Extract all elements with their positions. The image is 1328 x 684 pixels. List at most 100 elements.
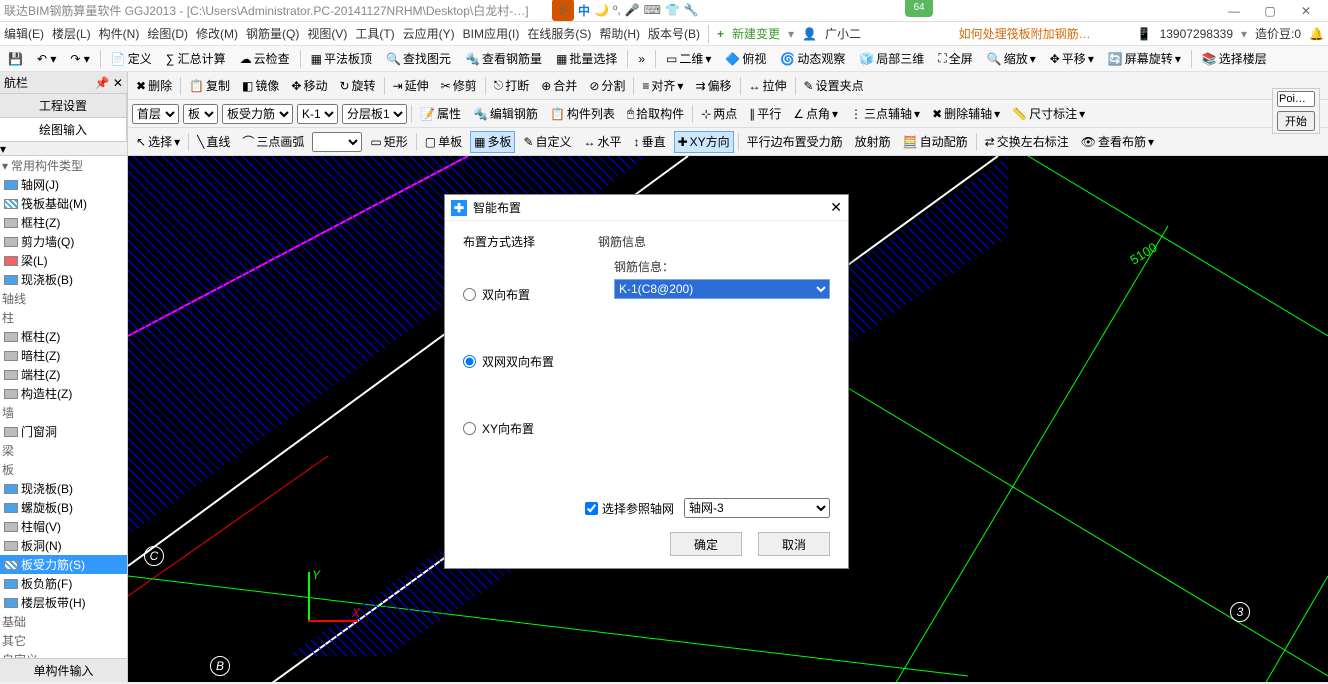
menu-member[interactable]: 构件(N) — [99, 25, 140, 42]
zoom-button[interactable]: 🔍缩放▾ — [983, 48, 1040, 70]
mirror-button[interactable]: ◧镜像 — [238, 75, 283, 97]
tree-item-opening[interactable]: 门窗洞 — [0, 422, 127, 441]
select-tool[interactable]: ↖选择▾ — [132, 131, 184, 153]
item-select[interactable]: K-1 — [297, 104, 338, 124]
swap-lr[interactable]: ⇄交换左右标注 — [981, 131, 1073, 153]
tree-cat-found[interactable]: 基础 — [0, 612, 127, 631]
pan-button[interactable]: ✥平移▾ — [1046, 48, 1098, 70]
menu-draw[interactable]: 绘图(D) — [147, 25, 188, 42]
component-tree[interactable]: ▾ 常用构件类型 轴网(J) 筏板基础(M) 框柱(Z) 剪力墙(Q) 梁(L)… — [0, 156, 127, 658]
menu-steel[interactable]: 钢筋量(Q) — [246, 25, 299, 42]
maximize-button[interactable]: ▢ — [1252, 4, 1288, 18]
tree-cat-custom[interactable]: 自定义 — [0, 650, 127, 658]
bell-icon[interactable]: 🔔 — [1309, 27, 1324, 41]
ime-keyboard-icon[interactable]: ⌨ — [644, 3, 661, 17]
dialog-title-bar[interactable]: ✚ 智能布置 ✕ — [445, 195, 848, 221]
tree-cat-axis[interactable]: 轴线 — [0, 289, 127, 308]
del-axis-button[interactable]: ✖删除辅轴▾ — [928, 103, 1004, 125]
save-button[interactable]: 💾 — [4, 48, 27, 70]
tree-cat-wall[interactable]: 墙 — [0, 403, 127, 422]
close-button[interactable]: ✕ — [1288, 4, 1324, 18]
two-point-button[interactable]: ⊹两点 — [697, 103, 741, 125]
cloud-check-button[interactable]: ☁云检查 — [236, 48, 294, 70]
dynamic-view-button[interactable]: 🌀动态观察 — [776, 48, 849, 70]
cancel-button[interactable]: 取消 — [758, 532, 830, 556]
menu-version[interactable]: 版本号(B) — [648, 25, 700, 42]
tree-item-spiralslab[interactable]: 螺旋板(B) — [0, 498, 127, 517]
pick-button[interactable]: 🖱拾取构件 — [623, 103, 688, 125]
poi-input[interactable] — [1277, 91, 1315, 107]
radio-double-net[interactable]: 双网双向布置 — [463, 353, 578, 370]
local-3d-button[interactable]: 🧊局部三维 — [855, 48, 928, 70]
view-layout[interactable]: 👁查看布筋▾ — [1077, 131, 1158, 153]
delete-button[interactable]: ✖删除 — [132, 75, 176, 97]
radio-xy[interactable]: XY向布置 — [463, 420, 578, 437]
tree-item-raft[interactable]: 筏板基础(M) — [0, 194, 127, 213]
single-board[interactable]: ▢单板 — [421, 131, 466, 153]
break-button[interactable]: ⎋打断 — [490, 75, 534, 97]
floor-select[interactable]: 首层 — [132, 104, 179, 124]
offset-button[interactable]: ⇉偏移 — [691, 75, 735, 97]
define-button[interactable]: 📄定义 — [107, 48, 156, 70]
tree-item-slab[interactable]: 现浇板(B) — [0, 270, 127, 289]
more-button[interactable]: » — [634, 48, 649, 70]
tree-item-framecol2[interactable]: 框柱(Z) — [0, 327, 127, 346]
tree-item-frame-col[interactable]: 框柱(Z) — [0, 213, 127, 232]
align-button[interactable]: ≡对齐▾ — [638, 75, 687, 97]
shape-select[interactable] — [312, 132, 362, 152]
move-button[interactable]: ✥移动 — [287, 75, 331, 97]
ime-lang[interactable]: 中 — [578, 2, 590, 19]
undo-button[interactable]: ↶ ▾ — [33, 48, 60, 70]
tree-cat-beam[interactable]: 梁 — [0, 441, 127, 460]
tree-item-floor-strip[interactable]: 楼层板带(H) — [0, 593, 127, 612]
find-element-button[interactable]: 🔍查找图元 — [382, 48, 455, 70]
view-steel-button[interactable]: 🔩查看钢筋量 — [461, 48, 546, 70]
2d-button[interactable]: ▭二维▾ — [662, 48, 715, 70]
batch-select-button[interactable]: ▦批量选择 — [552, 48, 621, 70]
split-button[interactable]: ⊘分割 — [585, 75, 629, 97]
start-button[interactable]: 开始 — [1277, 111, 1315, 131]
tree-cat-other[interactable]: 其它 — [0, 631, 127, 650]
tree-item-colcap[interactable]: 柱帽(V) — [0, 517, 127, 536]
trim-button[interactable]: ✂修剪 — [437, 75, 481, 97]
dialog-close-button[interactable]: ✕ — [830, 199, 842, 216]
help-link[interactable]: 如何处理筏板附加钢筋… — [959, 25, 1091, 42]
user-name[interactable]: 广小二 — [825, 25, 861, 42]
merge-button[interactable]: ⊕合并 — [537, 75, 581, 97]
menu-help[interactable]: 帮助(H) — [599, 25, 640, 42]
top-view-button[interactable]: 🔷俯视 — [721, 48, 770, 70]
layer-select[interactable]: 分层板1 — [342, 104, 407, 124]
tree-item-slab-rebar[interactable]: 板受力筋(S) — [0, 555, 127, 574]
menu-view[interactable]: 视图(V) — [307, 25, 347, 42]
redo-button[interactable]: ↷ ▾ — [66, 48, 93, 70]
menu-modify[interactable]: 修改(M) — [196, 25, 238, 42]
menu-edit[interactable]: 编辑(E) — [4, 25, 44, 42]
rect-tool[interactable]: ▭矩形 — [366, 131, 411, 153]
set-grip-button[interactable]: ✎设置夹点 — [800, 75, 868, 97]
tree-item-beam[interactable]: 梁(L) — [0, 251, 127, 270]
radial-rebar[interactable]: 放射筋 — [851, 131, 895, 153]
horiz-dir[interactable]: ↔水平 — [580, 131, 626, 153]
multi-board[interactable]: ▦多板 — [470, 131, 515, 153]
attr-button[interactable]: 📝属性 — [416, 103, 465, 125]
tree-item-castslab[interactable]: 现浇板(B) — [0, 479, 127, 498]
copy-button[interactable]: 📋复制 — [185, 75, 234, 97]
tree-item-axis-grid[interactable]: 轴网(J) — [0, 175, 127, 194]
tree-item-slabhole[interactable]: 板洞(N) — [0, 536, 127, 555]
dim-mark-button[interactable]: 📏尺寸标注▾ — [1008, 103, 1089, 125]
tab-project-settings[interactable]: 工程设置 — [0, 94, 127, 117]
select-layer-button[interactable]: 📚选择楼层 — [1198, 48, 1271, 70]
member-list-button[interactable]: 📋构件列表 — [546, 103, 619, 125]
new-change[interactable]: 新建变更 — [732, 25, 780, 42]
pin-icon[interactable]: 📌 ✕ — [95, 76, 123, 90]
steel-info-select[interactable]: K-1(C8@200) — [614, 279, 830, 299]
ref-axis-select[interactable]: 轴网-3 — [684, 498, 830, 518]
fullscreen-button[interactable]: ⛶全屏 — [934, 48, 976, 70]
ime-person-icon[interactable]: 👕 — [665, 3, 680, 17]
extend-button[interactable]: ⇥延伸 — [389, 75, 433, 97]
menu-bim[interactable]: BIM应用(I) — [463, 25, 520, 42]
ime-mic-icon[interactable]: 🎤 — [625, 3, 640, 17]
ref-axis-checkbox[interactable]: 选择参照轴网 — [585, 500, 674, 517]
menu-online[interactable]: 在线服务(S) — [527, 25, 591, 42]
tree-item-endcol[interactable]: 端柱(Z) — [0, 365, 127, 384]
